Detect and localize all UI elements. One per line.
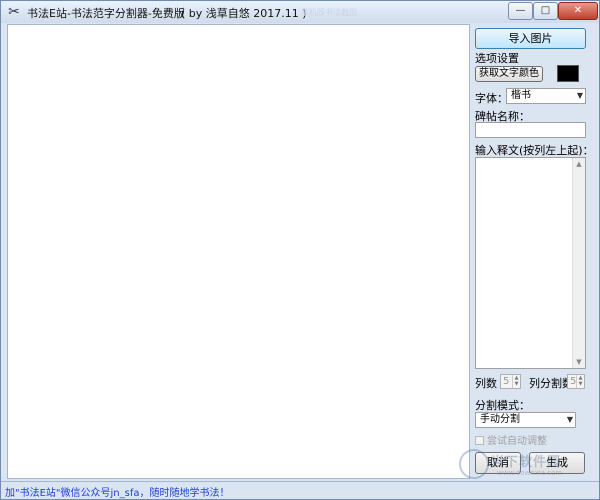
scissors-icon: ✂ xyxy=(8,4,20,20)
font-select[interactable]: 楷书 ▼ xyxy=(506,88,586,104)
font-label: 字体： xyxy=(475,92,508,105)
stepper-arrows-icon[interactable]: ▲ ▼ xyxy=(512,375,520,388)
auto-adjust-checkbox[interactable]: 尝试自动调整 xyxy=(475,432,547,447)
app-window: ✂ 书法E站-书法范字分割器-免费版 ( by 浅草自悠 2017.11 ) 手… xyxy=(0,0,600,500)
cols-label: 列数 xyxy=(475,377,497,390)
title-input[interactable] xyxy=(475,122,586,138)
text-color-swatch[interactable] xyxy=(557,65,579,82)
scroll-up-icon[interactable]: ▲ xyxy=(573,158,585,170)
chevron-down-icon: ▼ xyxy=(566,415,573,424)
checkbox-box[interactable] xyxy=(475,436,484,445)
minimize-button[interactable]: — xyxy=(508,2,533,20)
caption-textarea[interactable]: ▲ ▼ xyxy=(475,157,586,369)
close-button[interactable]: ✕ xyxy=(558,2,598,20)
split-mode-select[interactable]: 手动分割 ▼ xyxy=(475,412,576,428)
font-select-value: 楷书 xyxy=(511,90,531,101)
scroll-down-icon[interactable]: ▼ xyxy=(573,356,585,368)
mode-label: 分割模式： xyxy=(475,399,530,412)
split-stepper[interactable]: 5 ▲ ▼ xyxy=(567,374,585,389)
status-bar: 加"书法E站"微信公众号jn_sfa，随时随地学书法！ xyxy=(1,481,599,499)
import-image-button[interactable]: 导入图片 xyxy=(475,28,586,49)
stepper-arrows-icon[interactable]: ▲ ▼ xyxy=(576,375,584,388)
cancel-button[interactable]: 取消 xyxy=(475,452,521,474)
window-title: 书法E站-书法范字分割器-免费版 xyxy=(27,7,185,20)
chevron-down-icon: ▼ xyxy=(576,91,583,100)
auto-adjust-label: 尝试自动调整 xyxy=(487,436,547,447)
options-heading: 选项设置 xyxy=(475,52,519,65)
status-text: 加"书法E站"微信公众号jn_sfa，随时随地学书法！ xyxy=(5,488,230,499)
window-title-author: ( by 浅草自悠 2017.11 ) xyxy=(181,7,307,20)
generate-button[interactable]: 生成 xyxy=(529,452,585,474)
ghost-tab-text: 手机版书法截图 xyxy=(301,8,357,16)
cols-value: 5 xyxy=(503,376,510,387)
split-mode-value: 手动分割 xyxy=(480,414,520,425)
caption-scrollbar[interactable]: ▲ ▼ xyxy=(572,158,585,368)
cols-stepper[interactable]: 5 ▲ ▼ xyxy=(500,374,521,389)
image-canvas[interactable] xyxy=(7,24,470,479)
pick-text-color-button[interactable]: 获取文字颜色 xyxy=(475,66,543,82)
title-bar[interactable]: ✂ 书法E站-书法范字分割器-免费版 ( by 浅草自悠 2017.11 ) 手… xyxy=(1,1,599,23)
options-panel: 导入图片 选项设置 获取文字颜色 字体： 楷书 ▼ 碑帖名称： 输入释文(按列左… xyxy=(471,24,599,479)
maximize-button[interactable]: □ xyxy=(533,2,558,20)
caption-label: 输入释文(按列左上起)： xyxy=(475,144,594,157)
